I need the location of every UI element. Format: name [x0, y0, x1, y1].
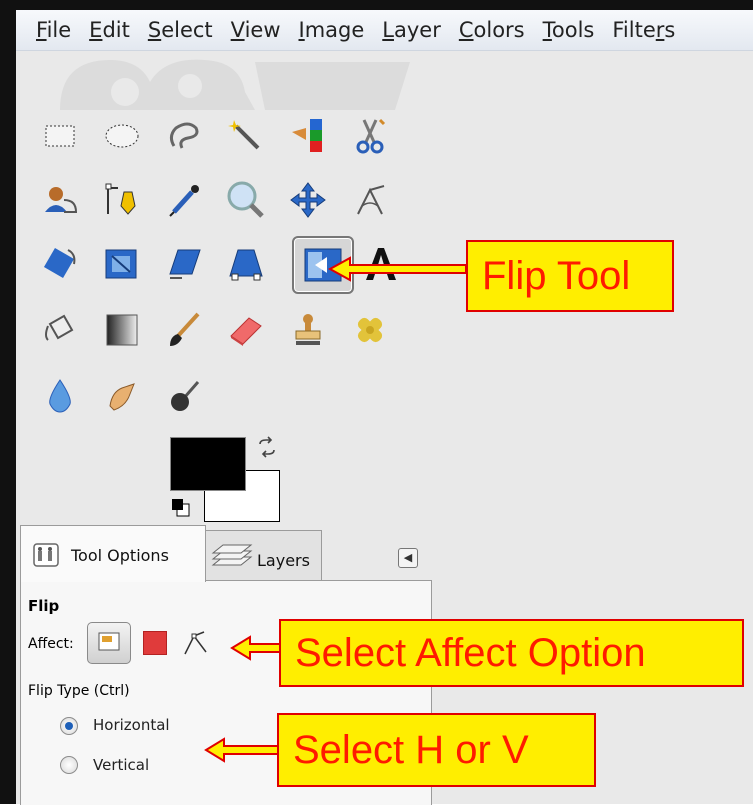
tab-layers-label: Layers: [257, 551, 310, 570]
menu-bar: File Edit Select View Image Layer Colors…: [16, 10, 753, 51]
affect-path-button[interactable]: [180, 628, 212, 658]
panel-menu-arrow-icon: ◀: [403, 551, 413, 564]
menu-colors-mnemonic: C: [458, 18, 474, 42]
menu-edit[interactable]: Edit: [89, 18, 130, 42]
tab-tool-options[interactable]: Tool Options: [20, 525, 206, 582]
tool-options-icon: [33, 543, 59, 567]
window-border-top: [0, 0, 753, 10]
menu-image-mnemonic: I: [298, 18, 305, 42]
affect-layer-button[interactable]: [87, 622, 131, 664]
heal-icon[interactable]: [348, 308, 392, 352]
ellipse-select-icon[interactable]: [100, 114, 144, 158]
affect-callout: Select Affect Option: [279, 619, 744, 687]
scissors-select-icon[interactable]: [348, 114, 392, 158]
h-or-v-arrow: [204, 737, 283, 763]
default-colors-icon[interactable]: [170, 497, 192, 519]
layer-icon: [98, 632, 120, 651]
move-icon[interactable]: [286, 178, 330, 222]
affect-arrow: [230, 635, 281, 661]
smudge-icon[interactable]: [100, 374, 144, 418]
window-border-left: [0, 0, 16, 804]
radio-vertical[interactable]: [60, 756, 78, 774]
menu-tools[interactable]: Tools: [543, 18, 595, 42]
eraser-icon[interactable]: [224, 308, 268, 352]
rotate-icon[interactable]: [38, 242, 82, 286]
panel-menu-button[interactable]: ◀: [398, 548, 418, 568]
menu-filters[interactable]: Filters: [612, 18, 675, 42]
menu-view[interactable]: View: [231, 18, 281, 42]
flip-type-label: Flip Type (Ctrl): [28, 683, 130, 699]
menu-edit-mnemonic: E: [89, 18, 103, 42]
paintbrush-icon[interactable]: [162, 308, 206, 352]
tool-options-title: Flip: [28, 597, 60, 615]
flip-tool-callout: Flip Tool: [466, 240, 674, 312]
zoom-icon[interactable]: [224, 178, 268, 222]
layers-icon: [211, 544, 253, 566]
rect-select-icon[interactable]: [38, 114, 82, 158]
blur-icon[interactable]: [38, 374, 82, 418]
swap-colors-icon[interactable]: [256, 436, 278, 458]
menu-file-mnemonic: F: [36, 18, 47, 42]
fuzzy-select-icon[interactable]: [224, 114, 268, 158]
menu-filters-mnemonic: r: [655, 18, 665, 42]
affect-label: Affect:: [28, 636, 74, 652]
radio-vertical-label: Vertical: [93, 756, 150, 774]
tab-layers[interactable]: Layers: [204, 530, 322, 581]
tab-tool-options-label: Tool Options: [71, 546, 169, 565]
menu-view-mnemonic: V: [230, 18, 245, 42]
menu-tools-mnemonic: T: [542, 18, 552, 42]
dodge-burn-icon[interactable]: [162, 374, 206, 418]
menu-colors[interactable]: Colors: [459, 18, 525, 42]
paths-icon[interactable]: [100, 178, 144, 222]
h-or-v-callout: Select H or V: [277, 713, 596, 787]
free-select-icon[interactable]: [162, 114, 206, 158]
color-picker-icon[interactable]: [162, 178, 206, 222]
menu-layer-mnemonic: L: [382, 18, 394, 42]
menu-file[interactable]: File: [36, 18, 71, 42]
radio-horizontal-label: Horizontal: [93, 716, 170, 734]
menu-layer[interactable]: Layer: [382, 18, 441, 42]
select-by-color-icon[interactable]: [286, 114, 330, 158]
menu-select[interactable]: Select: [148, 18, 213, 42]
affect-selection-button[interactable]: [143, 631, 167, 655]
bucket-fill-icon[interactable]: [38, 308, 82, 352]
perspective-icon[interactable]: [224, 242, 268, 286]
menu-image[interactable]: Image: [299, 18, 365, 42]
blend-icon[interactable]: [100, 308, 144, 352]
clone-icon[interactable]: [286, 308, 330, 352]
foreground-color-swatch[interactable]: [170, 437, 246, 491]
radio-horizontal[interactable]: [60, 717, 78, 735]
wilber-logo: [60, 59, 410, 110]
flip-tool-arrow: [328, 256, 467, 282]
menu-select-mnemonic: S: [147, 18, 162, 42]
shear-icon[interactable]: [162, 242, 206, 286]
scale-icon[interactable]: [100, 242, 144, 286]
foreground-select-icon[interactable]: [38, 178, 82, 222]
measure-icon[interactable]: [348, 178, 392, 222]
